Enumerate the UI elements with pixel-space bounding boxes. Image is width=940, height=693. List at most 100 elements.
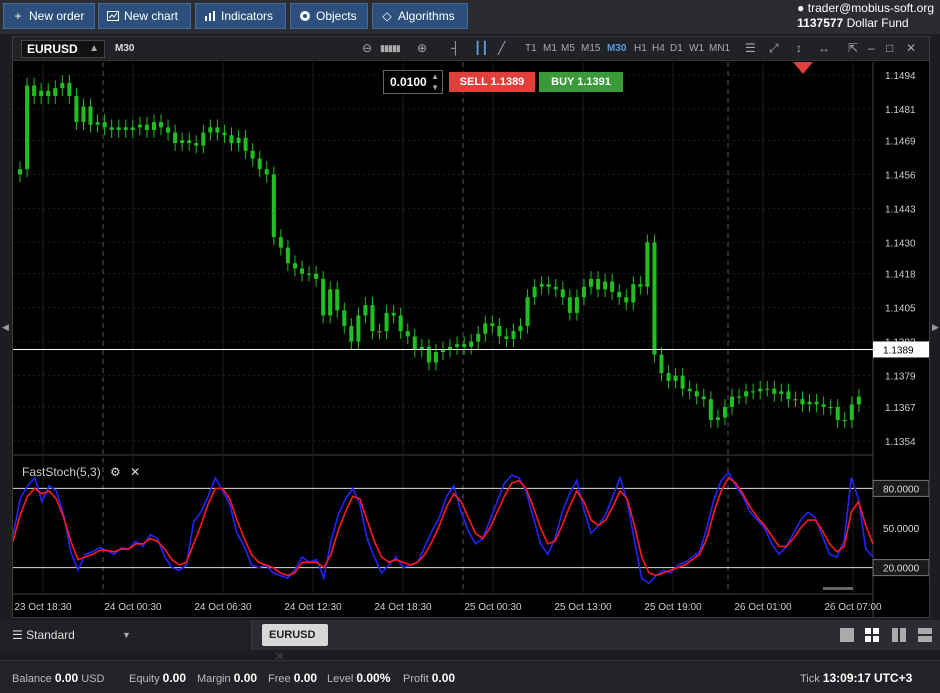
objects-button[interactable]: Objects: [290, 3, 368, 29]
vertical-line-tool-icon[interactable]: ↕: [796, 41, 802, 55]
time-tick-label: 25 Oct 19:00: [644, 602, 702, 613]
gear-icon[interactable]: ⚙: [110, 465, 121, 479]
candle-body: [412, 336, 417, 350]
spinner-icon[interactable]: ▲ ▼: [431, 71, 439, 93]
candle-body: [130, 127, 135, 130]
grid-layout-icon[interactable]: [865, 628, 879, 642]
trade-levels-icon[interactable]: ☰: [745, 41, 756, 55]
candle-body: [462, 344, 467, 347]
layout-selector[interactable]: ☰ Standard ▼: [0, 620, 252, 650]
price-chart[interactable]: 80.0000 50.0000 20.0000 1.1494 1.1481 1.1469…: [13, 62, 929, 618]
candle-body: [744, 391, 749, 397]
stoch-d-line: [13, 476, 874, 577]
horizontal-scrollbar: [823, 587, 853, 590]
candle-body: [32, 85, 37, 96]
candle-body: [687, 388, 692, 392]
tf-MN1[interactable]: MN1: [709, 43, 730, 54]
chevron-down-icon: ▼: [122, 630, 131, 640]
candle-body: [53, 88, 58, 96]
close-icon[interactable]: ✕: [130, 465, 140, 479]
plus-icon: +: [14, 9, 22, 23]
new-order-button[interactable]: + New order: [3, 3, 95, 29]
bar-type-icon[interactable]: ┤: [451, 41, 460, 55]
candle-body: [476, 333, 481, 342]
single-layout-icon[interactable]: [840, 628, 854, 642]
new-order-label: New order: [29, 9, 85, 23]
new-chart-button[interactable]: New chart: [98, 3, 191, 29]
lot-size-input[interactable]: 0.0100 ▲ ▼: [383, 70, 443, 94]
line-type-icon[interactable]: ╱: [498, 41, 505, 55]
main-toolbar: + New order New chart Indicators Objects…: [0, 0, 940, 34]
sell-label: SELL: [459, 76, 488, 88]
candle-body: [708, 399, 713, 421]
horizontal-split-icon[interactable]: [918, 628, 932, 642]
candle-body: [631, 284, 636, 303]
trendline-tool-icon[interactable]: ⤢: [769, 41, 779, 56]
algorithms-label: Algorithms: [398, 9, 455, 23]
tf-T1[interactable]: T1: [525, 43, 537, 54]
indicators-button[interactable]: Indicators: [195, 3, 286, 29]
symbol-selector[interactable]: EURUSD ▲: [21, 40, 105, 58]
candle-body: [187, 140, 192, 144]
maximize-icon[interactable]: □: [886, 41, 893, 55]
tf-D1[interactable]: D1: [670, 43, 683, 54]
candle-body: [60, 82, 65, 89]
close-icon[interactable]: ✕: [906, 41, 916, 55]
stochastic-panel: 80.0000 50.0000 20.0000: [13, 471, 929, 585]
tf-H4[interactable]: H4: [652, 43, 665, 54]
candle-body: [849, 404, 854, 421]
tf-M5[interactable]: M5: [561, 43, 575, 54]
zoom-out-icon[interactable]: ⊖: [362, 41, 372, 55]
account-user-row: ● trader@mobius-soft.org: [797, 1, 934, 16]
candle-body: [680, 375, 685, 389]
tf-M1[interactable]: M1: [543, 43, 557, 54]
account-info[interactable]: ● trader@mobius-soft.org 1137577 Dollar …: [797, 1, 934, 31]
candle-body: [194, 143, 199, 146]
tf-M30[interactable]: M30: [607, 43, 626, 54]
right-panel-arrow-icon[interactable]: ▶: [932, 322, 939, 333]
buy-button[interactable]: BUY 1.1391: [539, 72, 623, 92]
objects-icon: [299, 10, 311, 22]
vertical-split-icon[interactable]: [892, 628, 906, 642]
candle-body: [511, 331, 516, 340]
current-price-label: 1.1389: [883, 345, 914, 356]
price-tick-label: 1.1418: [885, 270, 916, 281]
profit-item: Profit 0.00: [403, 671, 455, 685]
candle-body: [610, 281, 615, 292]
tab-eurusd[interactable]: EURUSD ✕: [262, 624, 328, 663]
candlestick-icon[interactable]: ┃┃: [474, 41, 488, 55]
layout-value: Standard: [26, 628, 75, 642]
left-panel-arrow-icon[interactable]: ◀: [2, 322, 9, 333]
sell-button[interactable]: SELL 1.1389: [449, 72, 535, 92]
zoom-slider-icon[interactable]: ▮▮▮▮▮: [380, 43, 401, 54]
indicator-title: FastStoch(5,3): [22, 465, 101, 479]
candle-body: [335, 289, 340, 311]
candle-body: [729, 396, 735, 407]
candle-body: [109, 127, 114, 130]
horizontal-line-tool-icon[interactable]: ↔: [818, 41, 830, 55]
candle-body: [715, 417, 720, 421]
tf-H1[interactable]: H1: [634, 43, 647, 54]
candle-body: [328, 289, 333, 316]
minimize-icon[interactable]: –: [868, 41, 875, 55]
candle-body: [137, 124, 142, 128]
candle-body: [617, 291, 622, 298]
algorithms-button[interactable]: ◇ Algorithms: [372, 3, 468, 29]
candle-body: [144, 124, 149, 130]
profit-value: 0.00: [431, 671, 456, 685]
tf-W1[interactable]: W1: [689, 43, 704, 54]
tf-M15[interactable]: M15: [581, 43, 600, 54]
candle-body: [349, 325, 354, 342]
candle-body: [95, 122, 100, 125]
detach-icon[interactable]: ⇱: [848, 41, 858, 55]
candle-body: [722, 406, 727, 418]
candle-body: [257, 158, 262, 170]
candle-body: [800, 399, 805, 405]
candle-body: [433, 352, 438, 363]
candle-body: [116, 127, 121, 130]
zoom-in-icon[interactable]: ⊕: [417, 41, 427, 55]
timezone-selector[interactable]: UTC+3: [874, 671, 912, 685]
candle-body: [673, 375, 678, 381]
price-tick-label: 1.1481: [885, 105, 916, 116]
candle-body: [814, 401, 819, 405]
